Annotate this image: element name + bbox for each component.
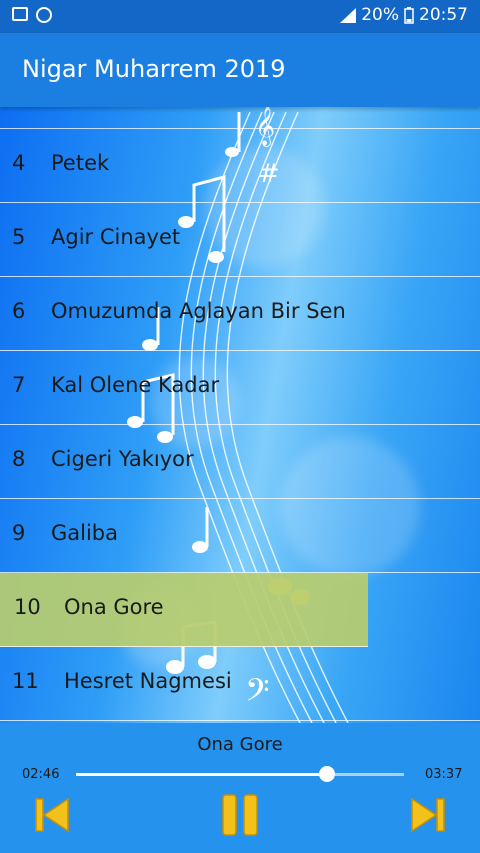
player-bar: Ona Gore 02:46 03:37 bbox=[0, 723, 480, 853]
clock: 20:57 bbox=[419, 5, 468, 25]
track-number: 11 bbox=[12, 669, 39, 693]
song-list[interactable]: 𝄞 # 𝄢 4 Petek 5 Agir Cinayet 6 Omuzumda … bbox=[0, 107, 480, 723]
track-number: 8 bbox=[12, 447, 26, 471]
track-number: 6 bbox=[12, 299, 26, 323]
track-number: 10 bbox=[14, 595, 41, 619]
track-title: Galiba bbox=[51, 521, 119, 545]
app-title: Nigar Muharrem 2019 bbox=[22, 55, 286, 83]
list-item[interactable]: 8 Cigeri Yakıyor bbox=[0, 425, 480, 499]
track-number: 7 bbox=[12, 373, 26, 397]
seek-progress bbox=[76, 773, 327, 776]
track-title: Agir Cinayet bbox=[51, 225, 181, 249]
list-item-active[interactable]: 10 Ona Gore bbox=[0, 573, 368, 647]
list-item[interactable]: 4 Petek bbox=[0, 129, 480, 203]
app-bar: Nigar Muharrem 2019 bbox=[0, 33, 480, 107]
image-icon bbox=[12, 7, 28, 21]
track-title: Petek bbox=[51, 151, 110, 175]
pause-icon[interactable] bbox=[218, 793, 262, 837]
seek-bar[interactable] bbox=[76, 766, 404, 782]
previous-icon[interactable] bbox=[32, 795, 72, 835]
track-number: 9 bbox=[12, 521, 26, 545]
seek-thumb[interactable] bbox=[318, 766, 335, 782]
list-item[interactable]: 9 Galiba bbox=[0, 499, 480, 573]
list-item[interactable] bbox=[0, 107, 480, 129]
list-item[interactable]: 7 Kal Olene Kadar bbox=[0, 351, 480, 425]
signal-icon bbox=[340, 7, 357, 23]
list-item[interactable]: 11 Hesret Nagmesi bbox=[0, 647, 480, 721]
status-bar: 20% 20:57 bbox=[0, 0, 480, 33]
track-title: Cigeri Yakıyor bbox=[51, 447, 194, 471]
track-number: 4 bbox=[12, 151, 26, 175]
track-title: Kal Olene Kadar bbox=[51, 373, 220, 397]
sync-icon bbox=[36, 7, 52, 23]
track-title: Omuzumda Aglayan Bir Sen bbox=[51, 299, 346, 323]
track-number: 5 bbox=[12, 225, 26, 249]
list-item[interactable]: 6 Omuzumda Aglayan Bir Sen bbox=[0, 277, 480, 351]
total-time: 03:37 bbox=[425, 767, 463, 782]
next-icon[interactable] bbox=[408, 795, 448, 835]
battery-icon bbox=[404, 6, 414, 24]
elapsed-time: 02:46 bbox=[22, 767, 60, 782]
now-playing-title: Ona Gore bbox=[197, 734, 283, 755]
track-title: Ona Gore bbox=[64, 595, 164, 619]
track-title: Hesret Nagmesi bbox=[64, 669, 232, 693]
list-item[interactable]: 5 Agir Cinayet bbox=[0, 203, 480, 277]
battery-percent: 20% bbox=[361, 5, 399, 25]
